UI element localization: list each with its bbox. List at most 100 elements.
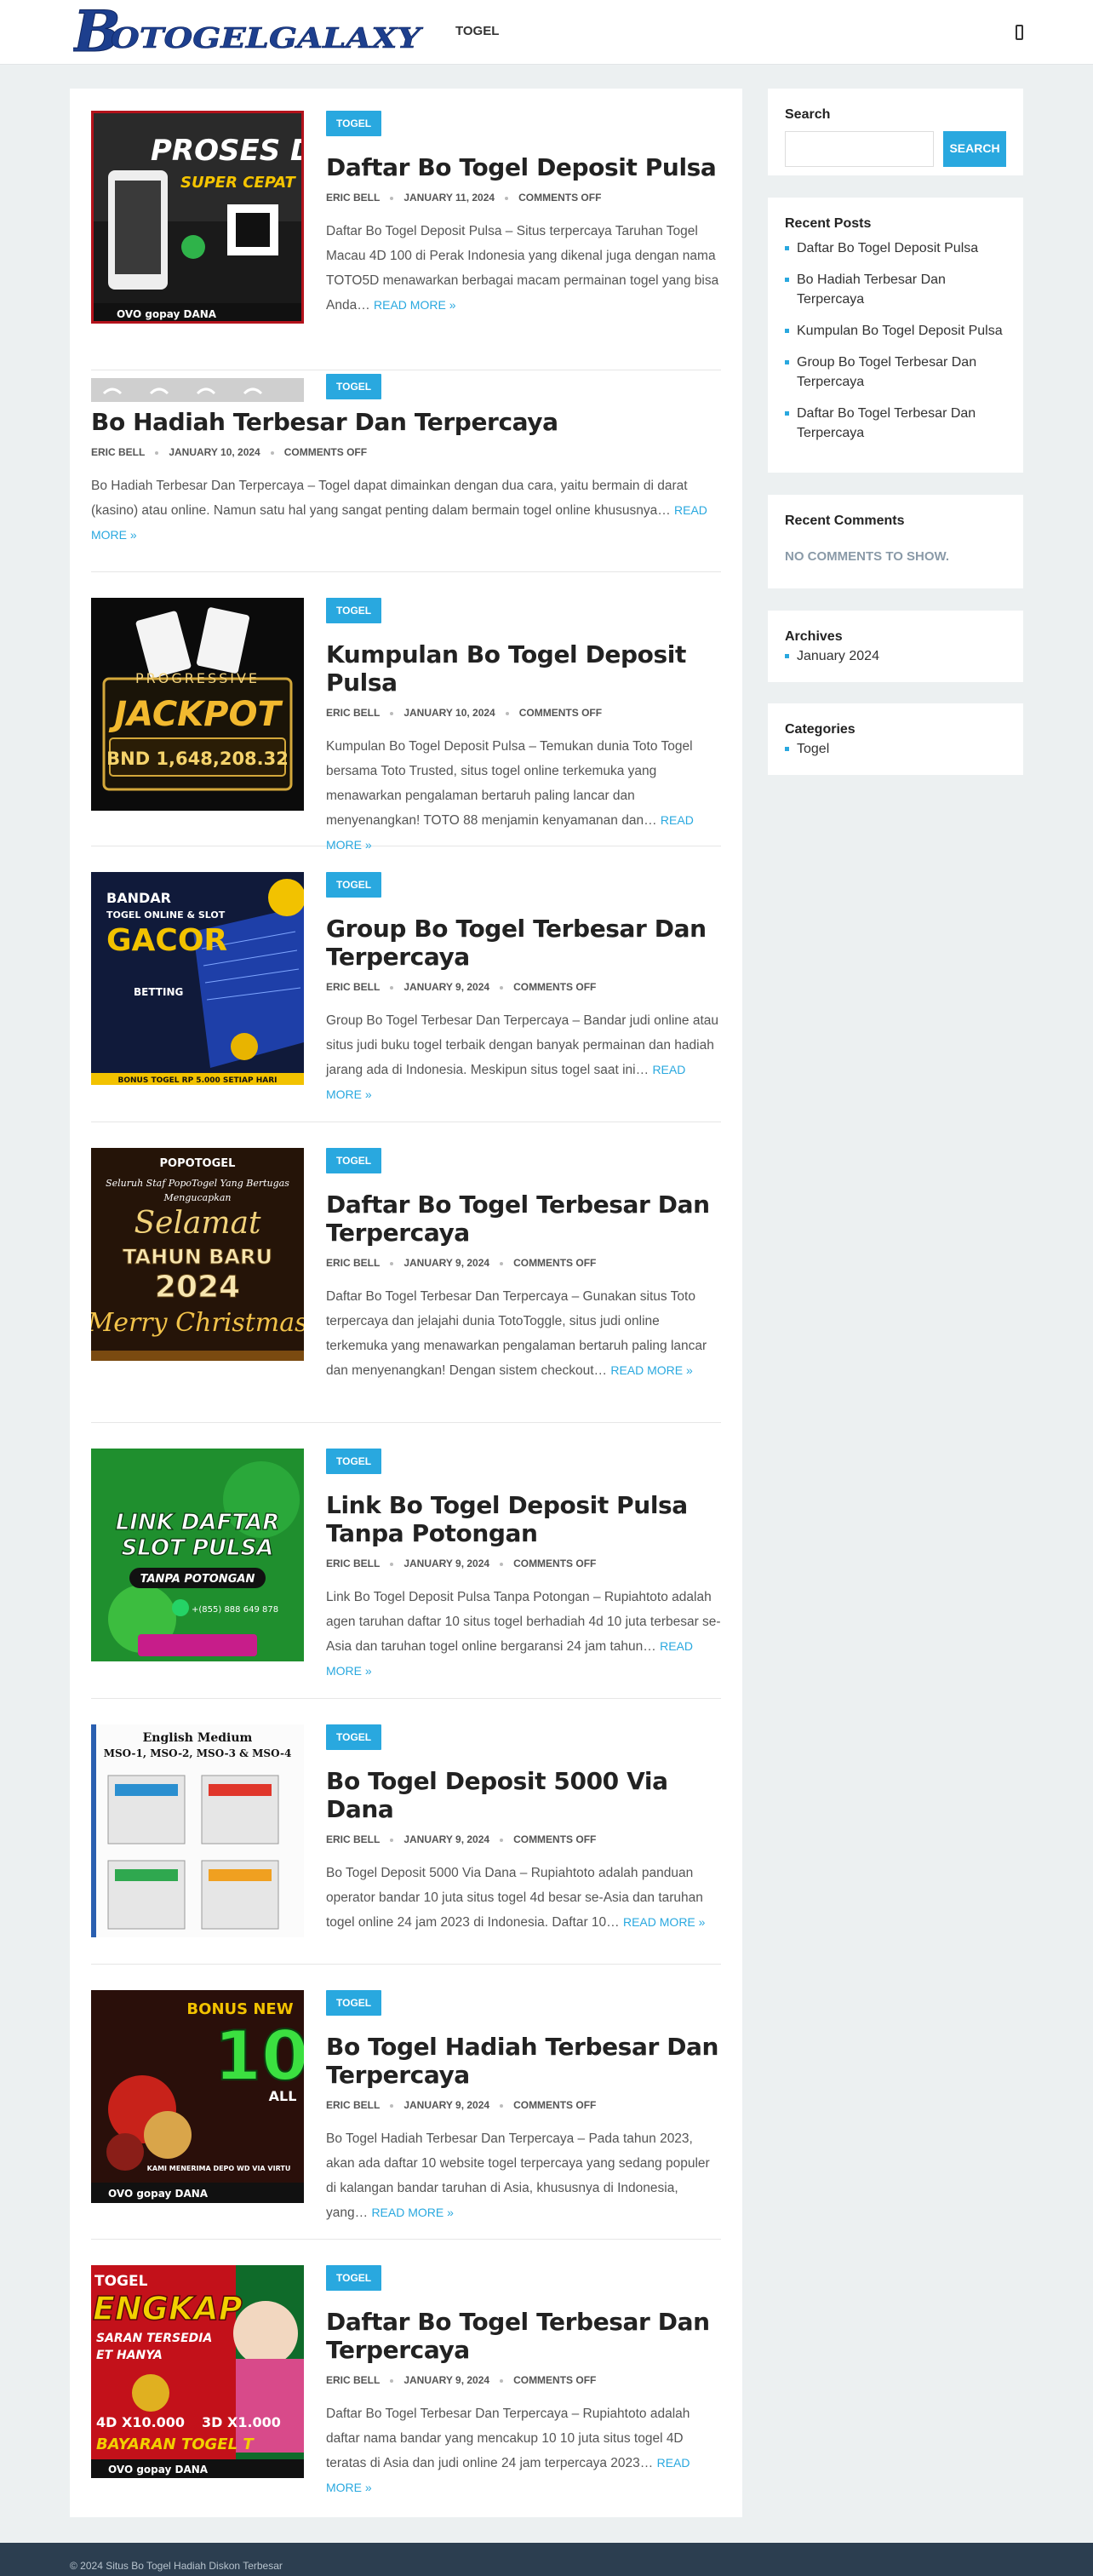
post-title[interactable]: Kumpulan Bo Togel Deposit Pulsa xyxy=(326,640,721,697)
footer-copyright: © 2024 Situs Bo Togel Hadiah Diskon Terb… xyxy=(70,2560,283,2572)
post-date[interactable]: JANUARY 9, 2024 xyxy=(403,1257,489,1269)
recent-post-link[interactable]: Daftar Bo Togel Terbesar Dan Terpercaya xyxy=(785,404,1006,443)
post-date[interactable]: JANUARY 9, 2024 xyxy=(403,1833,489,1845)
post-thumbnail[interactable]: POPOTOGEL Seluruh Staf PopoTogel Yang Be… xyxy=(91,1148,304,1361)
post-thumbnail[interactable]: English Medium MSO-1, MSO-2, MSO-3 & MSO… xyxy=(91,1724,304,1937)
svg-text:English Medium: English Medium xyxy=(143,1731,253,1745)
category-badge[interactable]: TOGEL xyxy=(326,872,382,898)
category-badge[interactable]: TOGEL xyxy=(326,1449,382,1474)
nav-item-togel[interactable]: TOGEL xyxy=(455,24,499,38)
svg-text:POPOTOGEL: POPOTOGEL xyxy=(160,1157,236,1170)
post-excerpt: Bo Togel Deposit 5000 Via Dana – Rupiaht… xyxy=(326,1866,706,1930)
recent-post-link[interactable]: Bo Hadiah Terbesar Dan Terpercaya xyxy=(785,270,1006,309)
svg-text:GACOR: GACOR xyxy=(106,923,227,958)
post-date[interactable]: JANUARY 9, 2024 xyxy=(403,1558,489,1569)
post-thumbnail[interactable]: BANDAR TOGEL ONLINE & SLOT GACOR BETTING… xyxy=(91,872,304,1085)
post-title[interactable]: Daftar Bo Togel Terbesar Dan Terpercaya xyxy=(326,1190,721,1247)
post-date[interactable]: JANUARY 9, 2024 xyxy=(403,981,489,993)
mobile-menu-icon[interactable] xyxy=(1016,25,1023,40)
post-excerpt: Daftar Bo Togel Terbesar Dan Terpercaya … xyxy=(326,1289,707,1378)
svg-text:10: 10 xyxy=(214,2017,304,2096)
recent-post-link[interactable]: Daftar Bo Togel Deposit Pulsa xyxy=(785,238,1006,258)
post-author[interactable]: ERIC BELL xyxy=(326,2374,380,2386)
post-author[interactable]: ERIC BELL xyxy=(326,981,380,993)
post-thumbnail[interactable]: TOGEL ENGKAP SARAN TERSEDIA ET HANYA 4D … xyxy=(91,2265,304,2478)
post-title[interactable]: Daftar Bo Togel Deposit Pulsa xyxy=(326,153,721,181)
search-input[interactable] xyxy=(785,131,934,167)
post-title[interactable]: Link Bo Togel Deposit Pulsa Tanpa Potong… xyxy=(326,1491,721,1547)
recent-posts-widget: Recent Posts Daftar Bo Togel Deposit Pul… xyxy=(768,198,1023,473)
post-thumbnail[interactable]: BONUS NEW 10 ALL KAMI MENERIMA DEPO WD V… xyxy=(91,1990,304,2203)
post-comments: COMMENTS OFF xyxy=(513,2374,597,2386)
svg-text:2024: 2024 xyxy=(155,1270,240,1305)
category-badge[interactable]: TOGEL xyxy=(326,111,382,136)
read-more-link[interactable]: READ MORE » xyxy=(371,2206,453,2219)
search-button[interactable]: SEARCH xyxy=(943,131,1006,167)
svg-text:ET HANYA: ET HANYA xyxy=(96,2349,163,2362)
svg-text:BANDAR: BANDAR xyxy=(106,890,171,906)
category-badge[interactable]: TOGEL xyxy=(326,1724,382,1750)
post-thumbnail[interactable]: PROGRESSIVE JACKPOT BND 1,648,208.32 xyxy=(91,598,304,811)
post-comments: COMMENTS OFF xyxy=(513,981,597,993)
post-date[interactable]: JANUARY 10, 2024 xyxy=(169,446,260,458)
read-more-link[interactable]: READ MORE » xyxy=(610,1363,692,1377)
svg-text:KAMI MENERIMA DEPO WD VIA VIRT: KAMI MENERIMA DEPO WD VIA VIRTU xyxy=(147,2165,291,2172)
post-date[interactable]: JANUARY 9, 2024 xyxy=(403,2099,489,2111)
svg-text:4D X10.000: 4D X10.000 xyxy=(96,2414,185,2430)
svg-text:BONUS NEW: BONUS NEW xyxy=(186,2000,293,2018)
recent-post-link[interactable]: Group Bo Togel Terbesar Dan Terpercaya xyxy=(785,353,1006,392)
svg-text:JACKPOT: JACKPOT xyxy=(108,695,283,734)
svg-text:BND 1,648,208.32: BND 1,648,208.32 xyxy=(106,749,289,769)
svg-text:ENGKAP: ENGKAP xyxy=(93,2290,243,2327)
post-title[interactable]: Daftar Bo Togel Terbesar Dan Terpercaya xyxy=(326,2308,721,2364)
category-badge[interactable]: TOGEL xyxy=(326,598,382,623)
category-badge[interactable]: TOGEL xyxy=(326,2265,382,2291)
svg-text:PROSES DE: PROSES DE xyxy=(151,134,304,168)
svg-text:BONUS TOGEL RP 5.000 SETIAP HA: BONUS TOGEL RP 5.000 SETIAP HARI xyxy=(117,1076,277,1085)
post-meta: ERIC BELL JANUARY 11, 2024 COMMENTS OFF xyxy=(326,192,721,204)
svg-text:ALL: ALL xyxy=(269,2088,297,2104)
post-date[interactable]: JANUARY 9, 2024 xyxy=(403,2374,489,2386)
post-thumbnail[interactable]: PROSES DE SUPER CEPAT OVO gopay DANA xyxy=(91,111,304,324)
post-author[interactable]: ERIC BELL xyxy=(326,192,380,204)
svg-text:OVO gopay DANA: OVO gopay DANA xyxy=(108,2464,209,2476)
svg-text:MSO-1, MSO-2, MSO-3 & MSO-4: MSO-1, MSO-2, MSO-3 & MSO-4 xyxy=(104,1747,292,1759)
site-logo[interactable]: B OTOGELGALAXY xyxy=(73,5,424,61)
post-comments: COMMENTS OFF xyxy=(513,1257,597,1269)
recent-post-link[interactable]: Kumpulan Bo Togel Deposit Pulsa xyxy=(785,321,1006,341)
post-title[interactable]: Bo Hadiah Terbesar Dan Terpercaya xyxy=(91,408,721,436)
post-meta: ERIC BELL JANUARY 9, 2024 COMMENTS OFF xyxy=(326,2374,721,2386)
post-author[interactable]: ERIC BELL xyxy=(91,446,145,458)
post-comments: COMMENTS OFF xyxy=(518,192,602,204)
post-meta: ERIC BELL JANUARY 9, 2024 COMMENTS OFF xyxy=(326,1833,721,1845)
post-comments: COMMENTS OFF xyxy=(513,2099,597,2111)
svg-text:Selamat: Selamat xyxy=(134,1206,261,1241)
read-more-link[interactable]: READ MORE » xyxy=(623,1915,705,1929)
category-badge[interactable]: TOGEL xyxy=(326,1990,382,2016)
post-title[interactable]: Bo Togel Hadiah Terbesar Dan Terpercaya xyxy=(326,2033,721,2089)
post-author[interactable]: ERIC BELL xyxy=(326,1833,380,1845)
widget-title: Categories xyxy=(785,722,856,737)
post-comments: COMMENTS OFF xyxy=(518,707,603,719)
post-author[interactable]: ERIC BELL xyxy=(326,1257,380,1269)
svg-text:Merry Christmas: Merry Christmas xyxy=(91,1308,304,1338)
post-author[interactable]: ERIC BELL xyxy=(326,2099,380,2111)
post-comments: COMMENTS OFF xyxy=(513,1558,597,1569)
categories-widget: Categories Togel xyxy=(768,703,1023,775)
post-thumbnail-strip[interactable] xyxy=(91,378,304,402)
archive-link[interactable]: January 2024 xyxy=(785,646,1006,666)
post-thumbnail[interactable]: LINK DAFTAR SLOT PULSA TANPA POTONGAN +(… xyxy=(91,1449,304,1661)
no-comments-text: NO COMMENTS TO SHOW. xyxy=(785,549,950,564)
post-author[interactable]: ERIC BELL xyxy=(326,1558,380,1569)
category-badge[interactable]: TOGEL xyxy=(326,1148,382,1173)
category-badge[interactable]: TOGEL xyxy=(326,374,382,399)
post-date[interactable]: JANUARY 10, 2024 xyxy=(403,707,495,719)
post-excerpt: Daftar Bo Togel Terbesar Dan Terpercaya … xyxy=(326,2407,690,2494)
post-author[interactable]: ERIC BELL xyxy=(326,707,380,719)
post-title[interactable]: Group Bo Togel Terbesar Dan Terpercaya xyxy=(326,915,721,971)
read-more-link[interactable]: READ MORE » xyxy=(374,298,455,312)
category-link[interactable]: Togel xyxy=(785,739,1006,759)
post-date[interactable]: JANUARY 11, 2024 xyxy=(403,192,495,204)
post-title[interactable]: Bo Togel Deposit 5000 Via Dana xyxy=(326,1767,721,1823)
post-item: English Medium MSO-1, MSO-2, MSO-3 & MSO… xyxy=(91,1724,721,1965)
